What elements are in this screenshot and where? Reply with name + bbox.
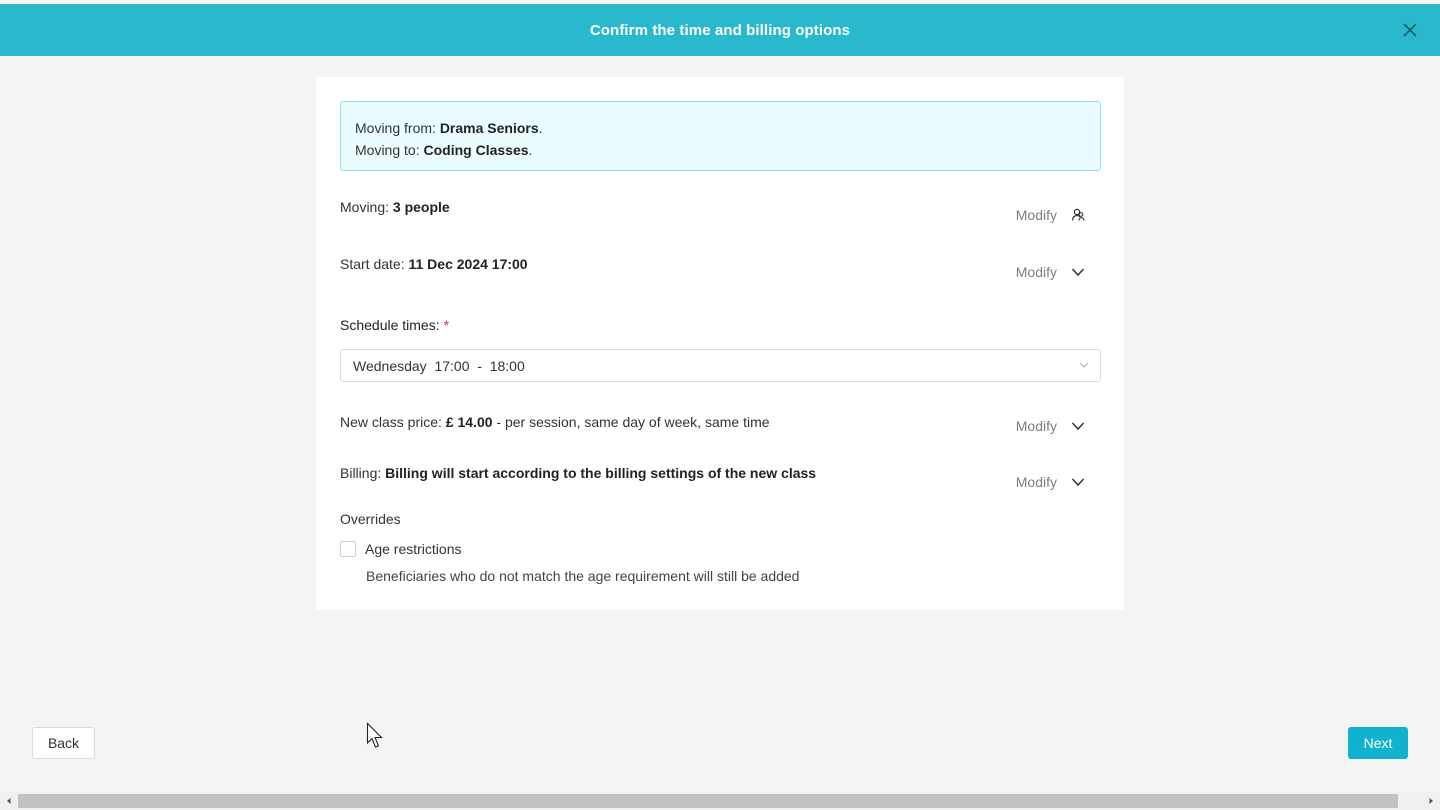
chevron-down-icon	[1071, 478, 1085, 487]
price-value: £ 14.00	[445, 414, 493, 430]
arrow-left-icon	[7, 798, 11, 804]
billing-value: Billing will start according to the bill…	[385, 465, 817, 481]
modify-label: Modify	[1015, 264, 1057, 280]
back-button[interactable]: Back	[32, 727, 95, 759]
price-label: New class price:	[340, 414, 446, 430]
dialog-card: Moving from: Drama Seniors. Moving to: C…	[316, 77, 1124, 610]
price-row: New class price: £ 14.00 - per session, …	[340, 414, 1101, 434]
chevron-down-icon	[1071, 268, 1085, 277]
people-icon	[1071, 208, 1085, 221]
start-date-value: 11 Dec 2024 17:00	[408, 256, 528, 272]
required-mark: *	[443, 317, 450, 333]
modify-label: Modify	[1015, 418, 1057, 434]
moving-label: Moving:	[340, 199, 393, 215]
moving-value: 3 people	[392, 199, 450, 215]
mouse-cursor-icon	[366, 722, 383, 748]
arrow-right-icon	[1429, 798, 1433, 804]
dialog-title: Confirm the time and billing options	[589, 21, 851, 39]
schedule-times-label: Schedule times: *	[340, 317, 450, 333]
modify-label: Modify	[1015, 474, 1057, 490]
billing-row: Billing: Billing will start according to…	[340, 465, 1101, 490]
moving-from-line: Moving from: Drama Seniors.	[355, 120, 543, 136]
age-restrictions-option: Age restrictions	[340, 541, 461, 557]
chevron-down-icon	[1071, 422, 1085, 431]
move-info-box: Moving from: Drama Seniors. Moving to: C…	[340, 101, 1101, 171]
modify-start-date-button[interactable]: Modify	[1016, 264, 1085, 280]
start-date-label: Start date:	[340, 256, 409, 272]
age-restrictions-description: Beneficiaries who do not match the age r…	[366, 568, 800, 584]
age-restrictions-checkbox[interactable]	[340, 541, 356, 557]
close-button[interactable]	[1398, 18, 1422, 42]
overrides-title: Overrides	[340, 511, 401, 527]
scroll-right-button[interactable]	[1422, 792, 1440, 810]
price-suffix: - per session, same day of week, same ti…	[492, 414, 770, 430]
scrollbar-thumb[interactable]	[18, 794, 1398, 808]
modify-moving-button[interactable]: Modify	[1016, 207, 1085, 223]
moving-from-value: Drama Seniors	[439, 120, 539, 136]
moving-to-line: Moving to: Coding Classes.	[355, 142, 533, 158]
horizontal-scrollbar[interactable]	[0, 792, 1440, 810]
scroll-left-button[interactable]	[0, 792, 18, 810]
start-date-row: Start date: 11 Dec 2024 17:00 Modify	[340, 256, 1101, 280]
age-restrictions-label[interactable]: Age restrictions	[365, 541, 461, 557]
billing-label: Billing:	[340, 465, 386, 481]
dialog-header: Confirm the time and billing options	[0, 4, 1440, 56]
modify-billing-button[interactable]: Modify	[1016, 474, 1085, 490]
close-icon	[1403, 23, 1417, 37]
moving-row: Moving: 3 people Modify	[340, 199, 1101, 223]
modify-price-button[interactable]: Modify	[1016, 418, 1085, 434]
moving-to-value: Coding Classes	[423, 142, 529, 158]
next-button[interactable]: Next	[1348, 727, 1408, 759]
chevron-down-icon	[1079, 362, 1089, 368]
schedule-times-select[interactable]: Wednesday 17:00 - 18:00	[340, 349, 1101, 382]
schedule-selected-value: Wednesday 17:00 - 18:00	[353, 357, 525, 374]
modify-label: Modify	[1015, 207, 1057, 223]
